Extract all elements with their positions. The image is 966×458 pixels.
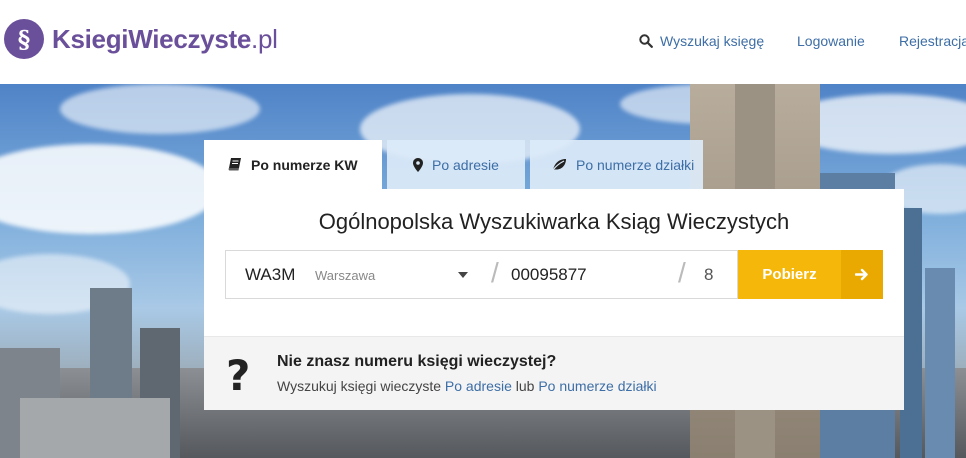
search-panel: Ogólnopolska Wyszukiwarka Ksiąg Wieczyst…: [204, 189, 904, 336]
fetch-button-label: Pobierz: [762, 266, 817, 283]
nav-search-book[interactable]: Wyszukaj księgę: [639, 31, 764, 51]
logo-text: KsiegiWieczyste.pl: [52, 23, 278, 54]
question-mark-icon: ?: [226, 351, 251, 400]
arrow-right-icon: [841, 250, 883, 299]
search-icon: [639, 34, 653, 48]
tab-by-kw-number[interactable]: Po numerze KW: [204, 140, 382, 189]
book-icon: [228, 158, 241, 171]
court-city-label: Warszawa: [315, 268, 376, 283]
book-number-input[interactable]: 00095877: [511, 265, 587, 285]
tab-label: Po numerze działki: [576, 156, 695, 173]
chevron-down-icon: [458, 272, 468, 278]
kw-number-input-group: WA3M Warszawa / 00095877 / 8: [225, 250, 738, 299]
help-text: Wyszukuj księgi wieczyste Po adresie lub…: [277, 378, 657, 394]
page-title: Ogólnopolska Wyszukiwarka Ksiąg Wieczyst…: [318, 209, 790, 234]
tab-by-address[interactable]: Po adresie: [387, 140, 525, 189]
tab-by-plot-number[interactable]: Po numerze działki: [530, 140, 703, 189]
court-code-select[interactable]: WA3M Warszawa: [226, 251, 481, 298]
link-by-address[interactable]: Po adresie: [445, 378, 512, 394]
site-header: § KsiegiWieczyste.pl Wyszukaj księgę Log…: [0, 0, 966, 84]
control-digit-input[interactable]: 8: [704, 265, 713, 285]
paragraph-icon: §: [4, 19, 44, 59]
court-code-value: WA3M: [245, 265, 296, 284]
help-title: Nie znasz numeru księgi wieczystej?: [277, 353, 557, 370]
separator: /: [678, 257, 686, 288]
help-section: ? Nie znasz numeru księgi wieczystej? Wy…: [204, 336, 904, 410]
separator: /: [491, 257, 499, 288]
leaf-icon: [552, 159, 566, 171]
tab-label: Po numerze KW: [251, 156, 358, 173]
map-marker-icon: [413, 157, 423, 172]
nav-login[interactable]: Logowanie: [797, 31, 865, 51]
site-logo[interactable]: § KsiegiWieczyste.pl: [4, 19, 278, 59]
nav-search-label: Wyszukaj księgę: [660, 33, 765, 49]
tab-label: Po adresie: [432, 156, 499, 173]
link-by-plot-number[interactable]: Po numerze działki: [538, 378, 656, 394]
fetch-button[interactable]: Pobierz: [738, 250, 883, 299]
nav-register[interactable]: Rejestracja: [899, 31, 966, 51]
